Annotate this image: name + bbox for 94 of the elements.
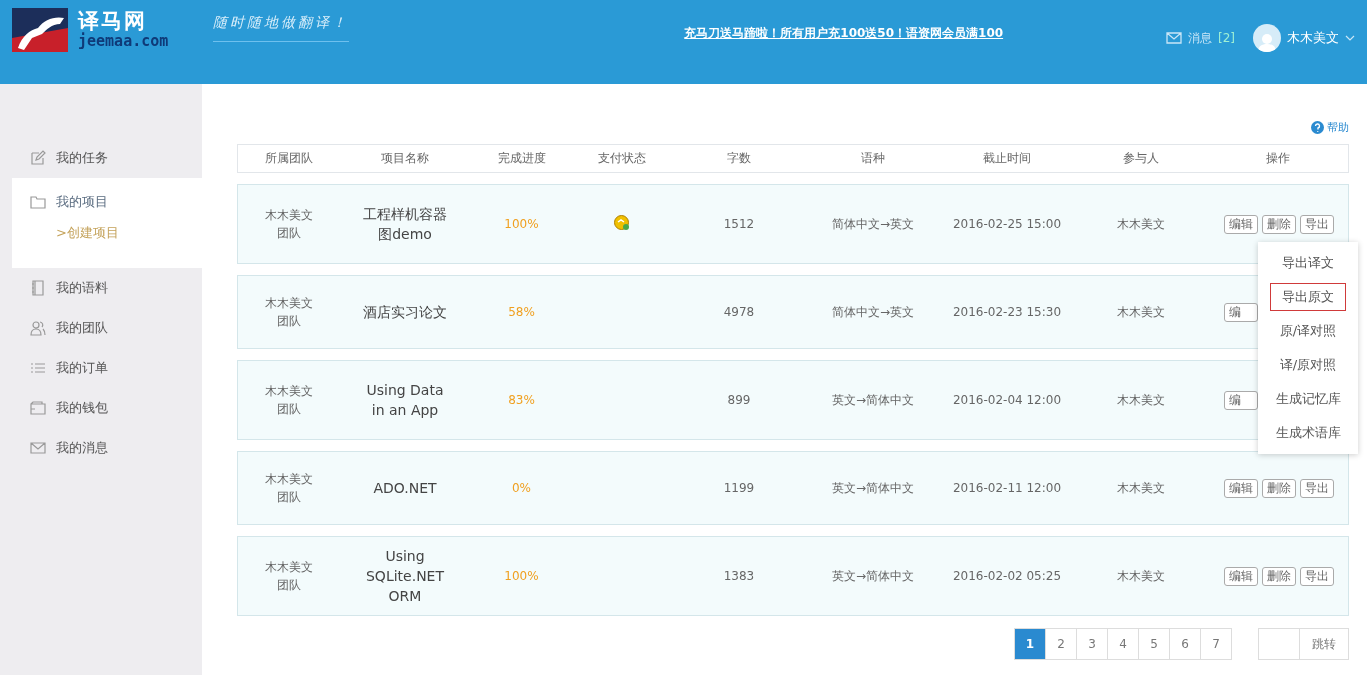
caret-icon[interactable]	[1345, 35, 1355, 41]
menu-item[interactable]: 原/译对照	[1270, 316, 1346, 345]
slogan: 随时随地做翻译！	[213, 14, 350, 42]
table-cell-text: 木木美文团队	[263, 383, 314, 418]
edit-icon	[30, 150, 46, 166]
table-cell-text: 83%	[507, 393, 536, 407]
menu-item[interactable]: 生成记忆库	[1270, 384, 1346, 413]
page-button[interactable]: 6	[1169, 628, 1201, 660]
table-cell-text: 木木美文	[1116, 567, 1166, 585]
brand-domain: jeemaa.com	[78, 32, 169, 50]
table-cell-text: 简体中文→英文	[830, 215, 916, 233]
action-button[interactable]: 编辑	[1224, 478, 1258, 498]
action-button[interactable]: 编	[1224, 390, 1258, 410]
help-link[interactable]: 帮助	[1311, 118, 1349, 136]
page-button[interactable]: 5	[1138, 628, 1170, 660]
table-cell-text: 2016-02-04 12:00	[951, 393, 1063, 407]
horse-logo-icon	[12, 8, 68, 52]
action-button[interactable]: 删除	[1262, 478, 1296, 498]
action-button[interactable]: 删除	[1262, 214, 1296, 234]
table-cell-text: 1512	[722, 217, 756, 231]
table-cell-text: 酒店实习论文	[362, 303, 448, 322]
table-cell-text: 58%	[507, 305, 536, 319]
message-count: [2]	[1218, 31, 1235, 45]
table-cell-text: 木木美文团队	[263, 471, 314, 506]
table-cell-text: 木木美文	[1116, 479, 1166, 497]
sidebar-item[interactable]: 我的项目	[12, 186, 202, 218]
table-cell-text: 2016-02-25 15:00	[951, 217, 1063, 231]
table-cell-text: 工程样机容器图demo	[362, 205, 448, 244]
table-cell-text: 木木美文团队	[263, 207, 314, 242]
menu-item[interactable]: 译/原对照	[1270, 350, 1346, 379]
sidebar-item[interactable]: 我的消息	[12, 432, 202, 464]
table-cell-text: 木木美文团队	[263, 559, 314, 594]
table-cell-text: 100%	[503, 217, 540, 231]
page-button[interactable]: 4	[1107, 628, 1139, 660]
table-cell-text: 英文→简体中文	[830, 567, 916, 585]
table-cell-text: 2016-02-11 12:00	[951, 481, 1063, 495]
brand-name: 译马网	[78, 10, 147, 32]
menu-item[interactable]: 导出译文	[1270, 248, 1346, 277]
jump-button[interactable]: 跳转	[1300, 628, 1349, 660]
action-button[interactable]: 编	[1224, 302, 1258, 322]
help-icon	[1311, 120, 1324, 134]
table-cell-text: 木木美文团队	[263, 295, 314, 330]
table-cell-text: 899	[726, 393, 752, 407]
column-header: 操作	[1265, 150, 1291, 167]
page-button[interactable]: 1	[1014, 628, 1046, 660]
column-header: 所属团队	[263, 150, 314, 167]
table-cell-text: 英文→简体中文	[830, 391, 916, 409]
sidebar-item[interactable]: 我的钱包	[12, 392, 202, 424]
action-button[interactable]: 导出	[1300, 478, 1334, 498]
column-header: 截止时间	[982, 150, 1032, 167]
action-button[interactable]: 编辑	[1224, 566, 1258, 586]
action-button[interactable]: 删除	[1262, 566, 1296, 586]
avatar[interactable]	[1253, 24, 1281, 52]
mail-icon[interactable]	[1166, 32, 1182, 44]
wallet-icon	[30, 400, 46, 416]
sidebar-item[interactable]: 我的语料	[12, 272, 202, 304]
page-button[interactable]: 2	[1045, 628, 1077, 660]
column-header: 支付状态	[597, 150, 647, 167]
column-header: 项目名称	[380, 150, 430, 167]
team-icon	[30, 320, 46, 336]
page-input[interactable]	[1258, 628, 1300, 660]
table-cell-text: 英文→简体中文	[830, 479, 916, 497]
action-button[interactable]: 导出	[1300, 566, 1334, 586]
table-cell-text: 100%	[503, 569, 540, 583]
menu-item[interactable]: 导出原文	[1270, 282, 1346, 311]
table-cell-text: 木木美文	[1116, 303, 1166, 321]
table-cell-text: 1383	[722, 569, 756, 583]
sidebar-item[interactable]: 我的团队	[12, 312, 202, 344]
column-header: 完成进度	[496, 150, 547, 167]
menu-item[interactable]: 生成术语库	[1270, 418, 1346, 447]
folder-icon	[30, 194, 46, 210]
column-header: 语种	[860, 150, 886, 167]
table-cell-text: 木木美文	[1116, 215, 1166, 233]
table-cell-text: Using Data in an App	[365, 381, 445, 420]
mail-icon	[30, 440, 46, 456]
sidebar-item[interactable]: 我的订单	[12, 352, 202, 384]
list-icon	[30, 360, 46, 376]
table-cell-text: 简体中文→英文	[830, 303, 916, 321]
sidebar-item[interactable]: 我的任务	[12, 142, 202, 174]
notebook-icon	[30, 280, 46, 296]
table-cell-text: 2016-02-23 15:30	[951, 305, 1063, 319]
action-button[interactable]: 编辑	[1224, 214, 1258, 234]
table-cell-text: Using SQLite.NET ORM	[365, 547, 445, 606]
page-button[interactable]: 3	[1076, 628, 1108, 660]
table-cell-text: 木木美文	[1116, 391, 1166, 409]
table-cell-text: 4978	[722, 305, 756, 319]
table-cell-text: 1199	[722, 481, 756, 495]
table-cell-text: 0%	[510, 481, 532, 495]
table-cell-text: ADO.NET	[372, 479, 438, 498]
page-button[interactable]: 7	[1200, 628, 1232, 660]
column-header: 参与人	[1122, 150, 1160, 167]
table-cell-text: 2016-02-02 05:25	[951, 569, 1063, 583]
action-button[interactable]: 导出	[1300, 214, 1334, 234]
column-header: 字数	[726, 150, 752, 167]
